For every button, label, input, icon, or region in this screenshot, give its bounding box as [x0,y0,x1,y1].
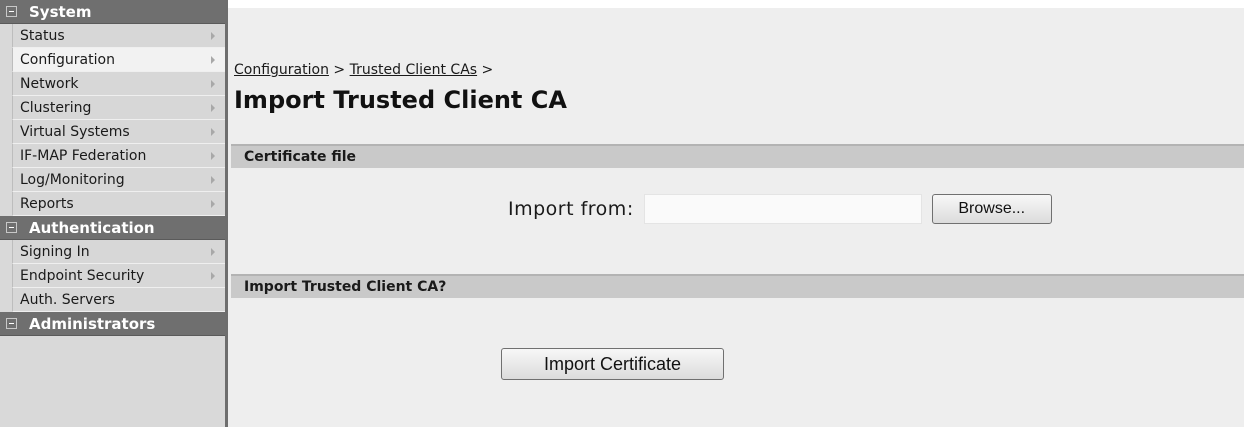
chevron-right-icon [211,31,215,40]
breadcrumb-link-configuration[interactable]: Configuration [234,62,329,78]
sidebar-item-label: Auth. Servers [20,291,115,308]
sidebar-item-if-map-federation[interactable]: IF-MAP Federation [12,144,225,168]
breadcrumb-separator: > [333,62,346,78]
sidebar-item-label: Clustering [20,99,92,116]
page-title: Import Trusted Client CA [234,86,567,114]
section-title: Import Trusted Client CA? [244,279,447,295]
breadcrumb-separator: > [481,62,494,78]
import-trusted-client-ca-section-header: Import Trusted Client CA? [231,274,1244,298]
chevron-right-icon [211,55,215,64]
chevron-right-icon [211,175,215,184]
import-file-input[interactable] [643,194,922,224]
chevron-right-icon [211,127,215,136]
chevron-right-icon [211,247,215,256]
sidebar-item-endpoint-security[interactable]: Endpoint Security [12,264,225,288]
section-title: Certificate file [244,149,357,165]
chevron-right-icon [211,79,215,88]
sidebar-item-label: Endpoint Security [20,267,145,284]
chevron-right-icon [211,271,215,280]
sidebar-item-reports[interactable]: Reports [12,192,225,216]
sidebar-item-network[interactable]: Network [12,72,225,96]
sidebar-item-label: Configuration [20,51,115,68]
sidebar-item-signing-in[interactable]: Signing In [12,240,225,264]
import-certificate-button[interactable]: Import Certificate [501,348,724,380]
sidebar-item-label: Network [20,75,79,92]
collapse-icon[interactable] [6,318,17,329]
chevron-right-icon [211,199,215,208]
main-content: Configuration > Trusted Client CAs > Imp… [228,0,1244,427]
sidebar-section-title: Administrators [29,314,156,333]
sidebar-item-log-monitoring[interactable]: Log/Monitoring [12,168,225,192]
sidebar-item-auth-servers[interactable]: Auth. Servers [12,288,225,312]
sidebar-section-title: System [29,2,92,21]
sidebar-item-label: Virtual Systems [20,123,130,140]
sidebar-item-configuration[interactable]: Configuration [12,48,225,72]
chevron-right-icon [211,151,215,160]
breadcrumb: Configuration > Trusted Client CAs > [234,62,493,78]
sidebar-item-virtual-systems[interactable]: Virtual Systems [12,120,225,144]
sidebar-item-status[interactable]: Status [12,24,225,48]
import-from-label: Import from: [508,198,634,220]
sidebar-item-clustering[interactable]: Clustering [12,96,225,120]
sidebar-item-label: Status [20,27,65,44]
sidebar-section-authentication[interactable]: Authentication [0,216,225,240]
collapse-icon[interactable] [6,222,17,233]
sidebar-item-label: Signing In [20,243,90,260]
browse-button[interactable]: Browse... [931,194,1052,224]
import-from-row: Import from: Browse... [508,194,1052,224]
breadcrumb-link-trusted-client-cas[interactable]: Trusted Client CAs [350,62,477,78]
sidebar: System Status Configuration Network Clus… [0,0,228,427]
sidebar-item-label: Reports [20,195,74,212]
sidebar-section-administrators[interactable]: Administrators [0,312,225,336]
certificate-file-section-header: Certificate file [231,144,1244,168]
sidebar-item-label: Log/Monitoring [20,171,125,188]
collapse-icon[interactable] [6,6,17,17]
sidebar-section-system[interactable]: System [0,0,225,24]
sidebar-item-label: IF-MAP Federation [20,147,147,164]
sidebar-section-title: Authentication [29,218,155,237]
chevron-right-icon [211,103,215,112]
